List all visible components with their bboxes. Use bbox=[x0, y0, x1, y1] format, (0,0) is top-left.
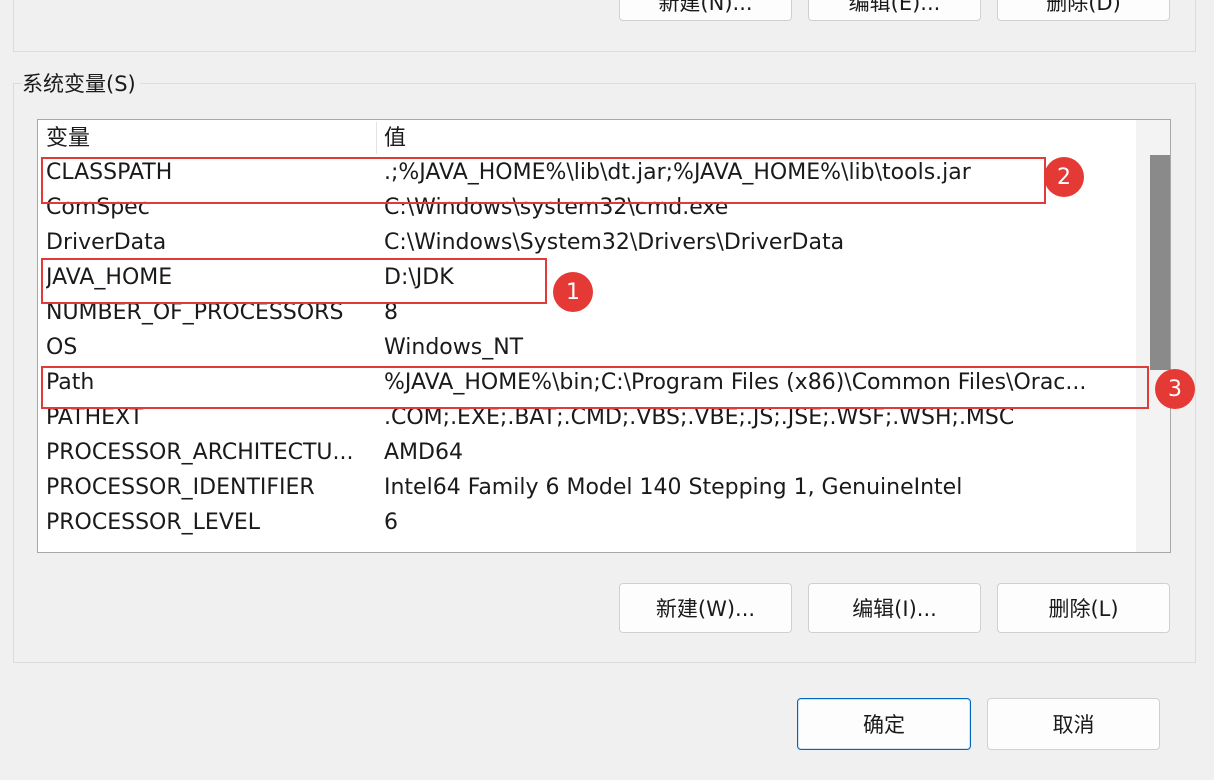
table-row-processor-identifier[interactable]: PROCESSOR_IDENTIFIER Intel64 Family 6 Mo… bbox=[38, 471, 1135, 506]
variable-name: PROCESSOR_IDENTIFIER bbox=[46, 475, 315, 500]
variable-name: ComSpec bbox=[46, 195, 150, 220]
ok-button[interactable]: 确定 bbox=[797, 698, 971, 750]
user-delete-button[interactable]: 删除(D) bbox=[997, 0, 1170, 21]
system-variables-title: 系统变量(S) bbox=[22, 70, 140, 98]
user-edit-button[interactable]: 编辑(E)... bbox=[808, 0, 981, 21]
annotation-badge-1: 1 bbox=[553, 272, 593, 312]
vertical-scrollbar[interactable] bbox=[1136, 120, 1170, 552]
variable-name: JAVA_HOME bbox=[46, 265, 173, 290]
variable-value: C:\Windows\system32\cmd.exe bbox=[384, 195, 729, 220]
variable-name: CLASSPATH bbox=[46, 160, 173, 185]
list-rows: CLASSPATH .;%JAVA_HOME%\lib\dt.jar;%JAVA… bbox=[38, 156, 1135, 541]
variable-value: 8 bbox=[384, 300, 398, 325]
variable-value: .;%JAVA_HOME%\lib\dt.jar;%JAVA_HOME%\lib… bbox=[384, 160, 971, 185]
column-header-value[interactable]: 值 bbox=[384, 125, 406, 153]
list-header: 变量 值 bbox=[38, 120, 1135, 156]
annotation-badge-3: 3 bbox=[1155, 369, 1195, 409]
variable-value: C:\Windows\System32\Drivers\DriverData bbox=[384, 230, 845, 255]
column-header-variable[interactable]: 变量 bbox=[46, 125, 90, 153]
variable-name: PATHEXT bbox=[46, 405, 144, 430]
variable-value: 6 bbox=[384, 510, 398, 535]
variable-name: DriverData bbox=[46, 230, 167, 255]
variable-name: OS bbox=[46, 335, 78, 360]
system-variables-list[interactable]: 变量 值 CLASSPATH .;%JAVA_HOME%\lib\dt.jar;… bbox=[37, 119, 1171, 553]
variable-value: Windows_NT bbox=[384, 335, 524, 360]
variable-value: .COM;.EXE;.BAT;.CMD;.VBS;.VBE;.JS;.JSE;.… bbox=[384, 405, 1015, 430]
variable-name: Path bbox=[46, 370, 95, 395]
variable-name: PROCESSOR_LEVEL bbox=[46, 510, 261, 535]
table-row-path[interactable]: Path %JAVA_HOME%\bin;C:\Program Files (x… bbox=[38, 366, 1135, 401]
table-row-comspec[interactable]: ComSpec C:\Windows\system32\cmd.exe bbox=[38, 191, 1135, 226]
user-new-button[interactable]: 新建(N)... bbox=[619, 0, 792, 21]
variable-value: Intel64 Family 6 Model 140 Stepping 1, G… bbox=[384, 475, 963, 500]
variable-name: NUMBER_OF_PROCESSORS bbox=[46, 300, 344, 325]
system-new-button[interactable]: 新建(W)... bbox=[619, 583, 792, 633]
table-row-processor-architecture[interactable]: PROCESSOR_ARCHITECTU... AMD64 bbox=[38, 436, 1135, 471]
variable-value: %JAVA_HOME%\bin;C:\Program Files (x86)\C… bbox=[384, 370, 1087, 395]
system-delete-button[interactable]: 删除(L) bbox=[997, 583, 1170, 633]
cancel-button[interactable]: 取消 bbox=[987, 698, 1160, 750]
scrollbar-thumb[interactable] bbox=[1150, 155, 1170, 370]
variable-value: AMD64 bbox=[384, 440, 463, 465]
column-divider[interactable] bbox=[376, 122, 377, 154]
table-row-processor-level[interactable]: PROCESSOR_LEVEL 6 bbox=[38, 506, 1135, 541]
table-row-driverdata[interactable]: DriverData C:\Windows\System32\Drivers\D… bbox=[38, 226, 1135, 261]
system-edit-button[interactable]: 编辑(I)... bbox=[808, 583, 981, 633]
table-row-pathext[interactable]: PATHEXT .COM;.EXE;.BAT;.CMD;.VBS;.VBE;.J… bbox=[38, 401, 1135, 436]
table-row-os[interactable]: OS Windows_NT bbox=[38, 331, 1135, 366]
variable-name: PROCESSOR_ARCHITECTU... bbox=[46, 440, 354, 465]
variable-value: D:\JDK bbox=[384, 265, 454, 290]
environment-variables-dialog: 新建(N)... 编辑(E)... 删除(D) 系统变量(S) 变量 值 CLA… bbox=[0, 0, 1214, 780]
table-row-classpath[interactable]: CLASSPATH .;%JAVA_HOME%\lib\dt.jar;%JAVA… bbox=[38, 156, 1135, 191]
annotation-badge-2: 2 bbox=[1044, 157, 1084, 197]
